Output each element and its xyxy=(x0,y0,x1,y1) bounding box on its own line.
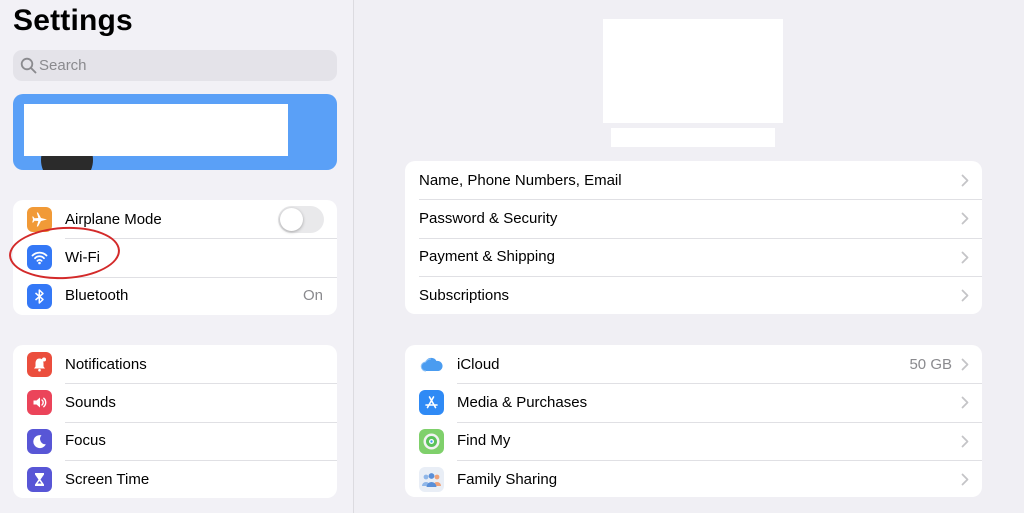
bell-icon xyxy=(27,352,52,377)
password-security-row[interactable]: Password & Security xyxy=(405,199,982,237)
chevron-right-icon xyxy=(961,251,969,263)
wifi-icon xyxy=(27,245,52,271)
sidebar-item-screen-time[interactable]: Screen Time xyxy=(13,459,337,498)
icloud-row[interactable]: iCloud 50 GB xyxy=(405,345,982,383)
find-my-row[interactable]: Find My xyxy=(405,421,982,460)
search-input[interactable] xyxy=(39,50,329,81)
apple-id-panel: Name, Phone Numbers, Email Password & Se… xyxy=(355,0,1024,513)
sidebar-item-wifi[interactable]: Wi-Fi xyxy=(13,238,337,276)
chevron-right-icon xyxy=(961,212,969,225)
airplane-icon xyxy=(27,207,52,232)
notifications-group: Notifications Sounds Focus Screen Time xyxy=(13,345,337,498)
chevron-right-icon xyxy=(961,473,969,486)
sidebar-item-label: Screen Time xyxy=(65,470,150,488)
chevron-right-icon xyxy=(961,289,969,302)
sidebar-item-label: Notifications xyxy=(65,355,147,373)
row-label: Family Sharing xyxy=(457,470,558,488)
row-label: Name, Phone Numbers, Email xyxy=(419,171,622,189)
row-label: Subscriptions xyxy=(419,286,510,304)
redacted-account-name xyxy=(611,128,775,147)
family-sharing-icon xyxy=(419,466,444,492)
app-store-icon xyxy=(419,390,444,416)
connectivity-group: Airplane Mode Wi-Fi Bluetooth On xyxy=(13,200,337,315)
subscriptions-row[interactable]: Subscriptions xyxy=(405,275,982,314)
chevron-right-icon xyxy=(961,435,969,447)
chevron-right-icon xyxy=(961,396,969,409)
sidebar-item-label: Wi-Fi xyxy=(65,248,100,266)
icloud-storage-value: 50 GB xyxy=(909,355,952,373)
media-purchases-row[interactable]: Media & Purchases xyxy=(405,383,982,421)
search-icon xyxy=(20,57,37,74)
sidebar-item-bluetooth[interactable]: Bluetooth On xyxy=(13,276,337,315)
row-label: iCloud xyxy=(457,355,500,373)
speaker-icon xyxy=(27,390,52,416)
sidebar-item-label: Focus xyxy=(65,432,106,450)
services-group: iCloud 50 GB Media & Purchases Find My F… xyxy=(405,345,982,497)
find-my-icon xyxy=(419,428,444,454)
chevron-right-icon xyxy=(961,358,969,371)
sidebar-item-sounds[interactable]: Sounds xyxy=(13,383,337,421)
bluetooth-icon xyxy=(27,283,52,309)
apple-id-card[interactable] xyxy=(13,94,337,170)
row-label: Payment & Shipping xyxy=(419,248,555,266)
search-bar[interactable] xyxy=(13,50,337,81)
family-sharing-row[interactable]: Family Sharing xyxy=(405,459,982,497)
sidebar-item-focus[interactable]: Focus xyxy=(13,421,337,460)
row-label: Password & Security xyxy=(419,209,558,227)
sidebar-item-airplane-mode[interactable]: Airplane Mode xyxy=(13,200,337,238)
airplane-mode-toggle[interactable] xyxy=(278,206,324,233)
redacted-account-info xyxy=(24,104,288,156)
hourglass-icon xyxy=(27,466,52,492)
sidebar-item-label: Bluetooth xyxy=(65,287,129,305)
page-title: Settings xyxy=(13,4,133,37)
sidebar-item-label: Sounds xyxy=(65,393,116,411)
name-phone-email-row[interactable]: Name, Phone Numbers, Email xyxy=(405,161,982,199)
sidebar-item-notifications[interactable]: Notifications xyxy=(13,345,337,383)
row-label: Find My xyxy=(457,432,511,450)
sidebar: Settings Airplane Mode xyxy=(0,0,354,513)
account-options-group: Name, Phone Numbers, Email Password & Se… xyxy=(405,161,982,314)
redacted-profile-photo xyxy=(603,19,783,123)
chevron-right-icon xyxy=(961,174,969,187)
sidebar-item-label: Airplane Mode xyxy=(65,210,162,228)
bluetooth-status: On xyxy=(302,287,323,305)
icloud-icon xyxy=(419,352,444,377)
toggle-knob xyxy=(280,208,303,231)
moon-icon xyxy=(27,428,52,454)
row-label: Media & Purchases xyxy=(457,393,588,411)
payment-shipping-row[interactable]: Payment & Shipping xyxy=(405,237,982,276)
